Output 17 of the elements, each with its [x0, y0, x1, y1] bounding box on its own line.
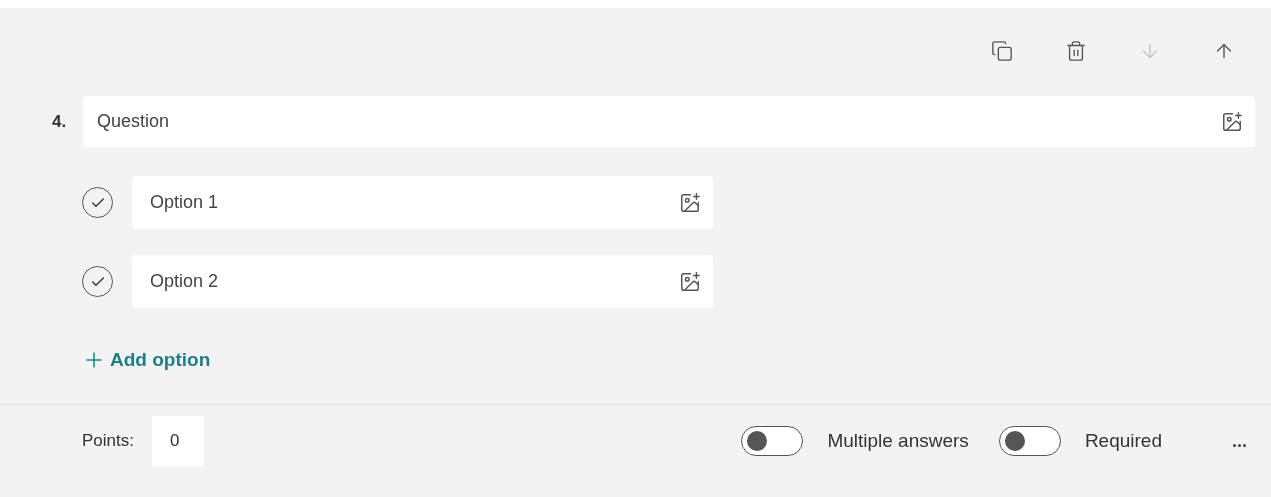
add-option-button[interactable]: Add option: [82, 346, 211, 375]
option-field[interactable]: Option 2: [132, 255, 713, 308]
toggle-switch[interactable]: [741, 426, 804, 456]
option-field[interactable]: Option 1: [132, 176, 713, 229]
points-field[interactable]: 0: [152, 416, 204, 466]
insert-image-icon[interactable]: [679, 191, 701, 214]
insert-image-icon[interactable]: [1221, 110, 1243, 133]
more-button[interactable]: ...: [1232, 427, 1247, 455]
copy-icon: [991, 40, 1013, 62]
insert-image-icon[interactable]: [679, 270, 701, 293]
toggle-switch[interactable]: [998, 426, 1061, 456]
question-field[interactable]: Question: [83, 96, 1255, 147]
question-number: 4.: [52, 110, 68, 133]
toggle-label: Multiple answers: [827, 428, 969, 453]
points-label: Points:: [82, 430, 134, 453]
toggle-label: Required: [1084, 428, 1162, 453]
trash-icon: [1065, 40, 1087, 62]
